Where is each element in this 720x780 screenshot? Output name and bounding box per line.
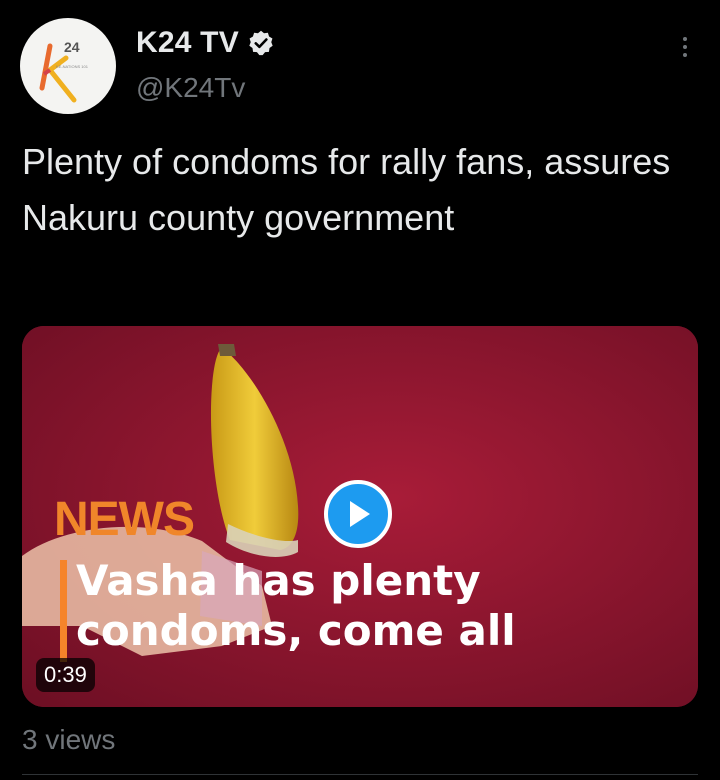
- tweet-text: Plenty of condoms for rally fans, assure…: [22, 141, 671, 238]
- play-icon[interactable]: [324, 480, 392, 548]
- k24-logo: 24 KE-NATIONS 101: [39, 39, 89, 103]
- headline-line-2: condoms, come all: [76, 606, 516, 655]
- video-player[interactable]: NEWS Vasha has plenty condoms, come all …: [22, 326, 698, 707]
- author-name-row: K24 TV: [136, 26, 275, 60]
- news-label: NEWS: [54, 493, 195, 546]
- headline-line-1: Vasha has plenty: [76, 556, 481, 605]
- avatar[interactable]: 24 KE-NATIONS 101: [20, 18, 116, 114]
- headline-accent-bar: [60, 560, 67, 662]
- divider: [22, 774, 698, 775]
- author-handle[interactable]: @K24Tv: [136, 72, 245, 104]
- author-display-name[interactable]: K24 TV: [136, 26, 239, 60]
- verified-badge-icon: [249, 30, 273, 56]
- view-count: 3 views: [22, 724, 116, 755]
- avatar-tagline: KE-NATIONS 101: [56, 64, 89, 69]
- video-duration: 0:39: [36, 658, 95, 692]
- more-options-icon[interactable]: [668, 30, 702, 64]
- video-headline: Vasha has plenty condoms, come all: [76, 556, 516, 656]
- avatar-number: 24: [64, 39, 80, 55]
